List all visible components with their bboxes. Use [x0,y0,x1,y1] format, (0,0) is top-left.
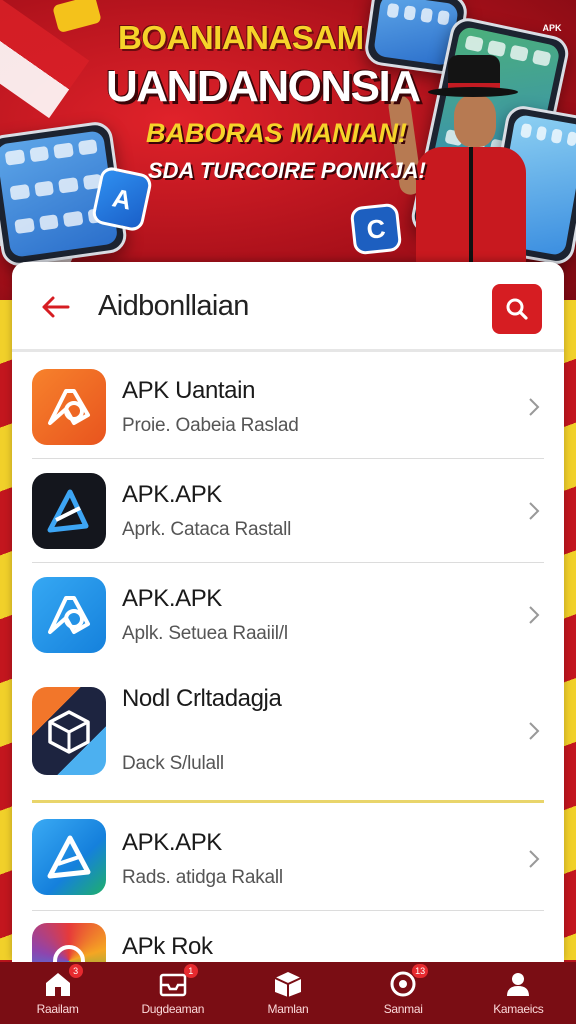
blue-apk-icon [32,577,106,653]
list-item[interactable]: APK.APK Aplk. Setuea Raaiil/l [12,563,564,667]
banner-line-4: SDA TURCOIRE PONIKJA! [148,158,426,183]
box-icon [273,970,303,998]
app-name: APK.APK [122,829,222,856]
banner-line-3: BABORAS MANIAN! [146,118,407,148]
app-name: APK.APK [122,481,222,508]
user-icon [503,970,533,998]
chevron-right-icon [529,722,540,740]
notification-badge: 1 [183,964,198,978]
app-subtitle: Aprk. Cataca Rastall [122,519,292,540]
nav-item-home[interactable]: 3 Raailam [3,964,113,1016]
app-name: APk Rok [122,933,213,960]
orange-apk-icon [32,369,106,445]
notification-badge: 3 [68,964,83,978]
blue-a-apk-icon [32,819,106,895]
chevron-right-icon [529,850,540,868]
top-bar: Aidbonllaian [12,262,564,352]
nav-label: Kamaeics [493,1002,544,1016]
banner-line-1: BOANIANASAM [118,19,364,56]
app-subtitle: Proie. Oabeia Raslad [122,415,299,436]
app-list-card: Aidbonllaian APK Uantain Proie. Oabeia R… [12,262,564,962]
nav-item-inbox[interactable]: 1 Dugdeaman [118,964,228,1016]
search-icon [506,298,528,320]
nav-item-profile[interactable]: Kamaeics [463,970,573,1016]
app-name: APK Uantain [122,377,256,404]
rainbow-apk-icon [32,923,106,962]
app-name: APK.APK [122,585,222,612]
side-stripe-decoration [562,300,576,960]
corner-logo: APK [542,23,562,33]
notification-badge: 13 [412,964,429,978]
chevron-right-icon [529,398,540,416]
chevron-right-icon [529,502,540,520]
inbox-icon: 1 [158,964,198,998]
chevron-right-icon [529,606,540,624]
app-subtitle: Rads. atidga Rakall [122,867,283,888]
list-item[interactable]: APK.APK Rads. atidga Rakall [12,803,564,911]
app-subtitle: Dack S/lulall [122,753,224,774]
app-list: APK Uantain Proie. Oabeia Raslad APK.APK… [12,355,564,962]
page-title: Aidbonllaian [98,290,249,322]
nav-item-box[interactable]: Mamlan [233,970,343,1016]
banner-headline: BOANIANASAM UANDANONSIA BABORAS MANIAN! … [106,18,438,186]
nav-label: Raailam [36,1002,79,1016]
list-item[interactable]: Nodl Crltadagja Dack S/lulall [12,667,564,803]
app-name: Nodl Crltadagja [122,685,282,712]
banner-line-2: UANDANONSIA [106,62,421,111]
promo-banner[interactable]: A C APK BOANIANASAM UANDANONSIA BABORAS … [0,0,576,300]
search-button[interactable] [492,284,542,334]
back-button[interactable] [38,290,72,324]
bottom-navigation: 3 Raailam 1 Dugdeaman Mamlan 13 Sanmai K… [0,962,576,1024]
list-item[interactable]: APK.APK Aprk. Cataca Rastall [12,459,564,563]
cube-apk-icon [32,687,106,775]
sticker-decoration [52,0,102,34]
list-item[interactable]: APk Rok [12,911,564,962]
nav-label: Mamlan [267,1002,309,1016]
nav-item-target[interactable]: 13 Sanmai [348,964,458,1016]
app-subtitle: Aplk. Setuea Raaiil/l [122,623,288,644]
nav-label: Dugdeaman [141,1002,205,1016]
target-icon: 13 [388,964,429,998]
arrow-left-icon [42,296,70,318]
list-item[interactable]: APK Uantain Proie. Oabeia Raslad [12,355,564,459]
home-icon: 3 [43,964,83,998]
dark-apk-icon [32,473,106,549]
nav-label: Sanmai [383,1002,423,1016]
